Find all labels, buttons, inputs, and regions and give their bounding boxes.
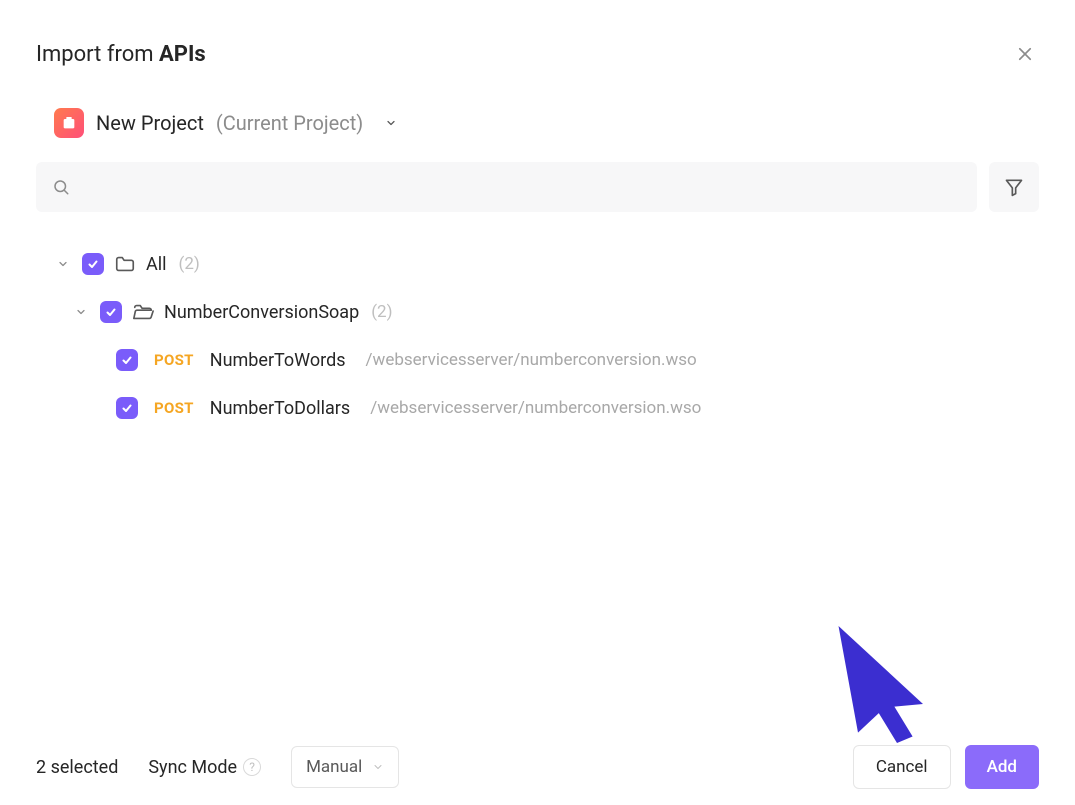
api-tree: All (2) NumberConversionSoap (2) POST Nu…	[0, 212, 1075, 432]
selected-count: 2 selected	[36, 757, 118, 778]
close-button[interactable]	[1011, 40, 1039, 68]
tree-row-all[interactable]: All (2)	[36, 240, 1039, 288]
help-icon[interactable]: ?	[243, 758, 261, 776]
search-input[interactable]	[80, 179, 961, 196]
chevron-down-icon	[372, 761, 384, 773]
cancel-button[interactable]: Cancel	[853, 745, 951, 789]
checkbox-group[interactable]	[100, 301, 122, 323]
folder-icon	[114, 253, 136, 275]
sync-mode-select[interactable]: Manual	[291, 746, 399, 788]
checkbox-all[interactable]	[82, 253, 104, 275]
endpoint-name: NumberToDollars	[210, 398, 350, 419]
http-method-badge: POST	[154, 351, 194, 369]
close-icon	[1016, 45, 1034, 63]
add-button[interactable]: Add	[965, 745, 1039, 789]
search-input-wrapper[interactable]	[36, 162, 977, 212]
tree-row-endpoint[interactable]: POST NumberToWords /webservicesserver/nu…	[36, 336, 1039, 384]
folder-open-icon	[132, 301, 154, 323]
filter-icon	[1004, 177, 1024, 197]
chevron-down-icon	[385, 117, 397, 129]
dialog-title: Import from APIs	[36, 42, 206, 67]
folder-label-group: NumberConversionSoap	[164, 302, 359, 323]
endpoint-path: /webservicesserver/numberconversion.wso	[366, 350, 697, 370]
project-icon	[54, 108, 84, 138]
folder-label-all: All	[146, 254, 167, 275]
title-prefix: Import from	[36, 42, 159, 67]
filter-button[interactable]	[989, 162, 1039, 212]
checkbox-endpoint[interactable]	[116, 397, 138, 419]
count-all: (2)	[179, 254, 200, 274]
project-suffix: (Current Project)	[216, 111, 363, 135]
endpoint-path: /webservicesserver/numberconversion.wso	[370, 398, 701, 418]
title-bold: APIs	[159, 42, 206, 67]
sync-mode-value: Manual	[306, 757, 362, 777]
count-group: (2)	[371, 302, 392, 322]
checkbox-endpoint[interactable]	[116, 349, 138, 371]
chevron-down-icon[interactable]	[72, 303, 90, 321]
sync-mode-label: Sync Mode ?	[148, 757, 261, 778]
tree-row-group[interactable]: NumberConversionSoap (2)	[36, 288, 1039, 336]
tree-row-endpoint[interactable]: POST NumberToDollars /webservicesserver/…	[36, 384, 1039, 432]
chevron-down-icon[interactable]	[54, 255, 72, 273]
http-method-badge: POST	[154, 399, 194, 417]
search-icon	[52, 178, 70, 196]
project-selector[interactable]: New Project (Current Project)	[0, 68, 1075, 138]
endpoint-name: NumberToWords	[210, 350, 346, 371]
project-name: New Project	[96, 111, 204, 135]
annotation-arrow-icon	[819, 613, 949, 747]
